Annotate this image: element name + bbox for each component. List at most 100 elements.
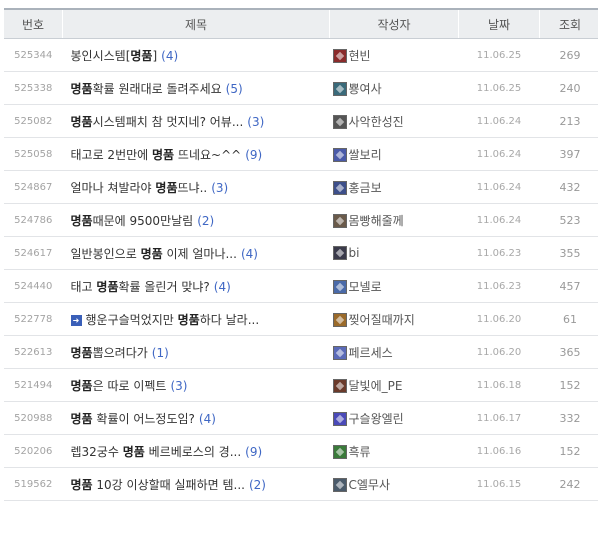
table-row: 525344 봉인시스템[명품] (4) 현빈 11.06.25 269 [4, 38, 598, 72]
table-row: 521494 명품은 따로 이펙트 (3) 달빛에_PE 11.06.18 152 [4, 368, 598, 402]
author-cell[interactable]: 페르세스 [329, 335, 459, 369]
post-title-link[interactable]: 얼마나 쳐발라야 명품뜨냐.. [71, 181, 208, 195]
post-title-link[interactable]: 명품시스템패치 참 멋지네? 어뷰... [71, 115, 244, 129]
comment-count[interactable]: (4) [214, 280, 231, 294]
post-date: 11.06.23 [458, 269, 540, 303]
author-cell[interactable]: 현빈 [329, 38, 459, 72]
author-name[interactable]: 흑류 [349, 445, 371, 459]
title-highlight: 명품 [177, 312, 200, 327]
title-highlight: 명품 [70, 213, 93, 228]
post-title-cell: 태고 명품확률 올린거 맞냐? (4) [62, 269, 330, 303]
post-title-link[interactable]: 명품때문에 9500만날림 [71, 214, 194, 228]
author-cell[interactable]: 홍금보 [329, 170, 459, 204]
guild-emblem-icon [332, 280, 347, 294]
author-cell[interactable]: bi [329, 236, 459, 270]
header-views[interactable]: 조회 [539, 8, 598, 39]
post-title-link[interactable]: 태고 명품확률 올린거 맞냐? [71, 280, 210, 294]
post-title-link[interactable]: 명품확률 원래대로 돌려주세요 [71, 82, 222, 96]
author-name[interactable]: 사악한성진 [349, 115, 404, 129]
author-cell[interactable]: 몸빵해줄께 [329, 203, 459, 237]
header-row: 번호 제목 작성자 날짜 조회 [4, 8, 598, 39]
header-num[interactable]: 번호 [4, 8, 63, 39]
table-row: 525082 명품시스템패치 참 멋지네? 어뷰... (3) 사악한성진 11.06.… [4, 104, 598, 138]
title-prefix: 태고로 2번만에 [70, 147, 153, 162]
post-title-cell: 명품은 따로 이펙트 (3) [62, 368, 330, 402]
author-name[interactable]: 홍금보 [349, 181, 382, 195]
guild-emblem-icon [332, 445, 347, 459]
author-name[interactable]: 달빛에_PE [349, 379, 403, 393]
guild-emblem-icon [332, 313, 347, 327]
comment-count[interactable]: (9) [245, 445, 262, 459]
comment-count[interactable]: (3) [170, 379, 187, 393]
comment-count[interactable]: (2) [197, 214, 214, 228]
view-count: 240 [539, 71, 598, 105]
author-cell[interactable]: 모넬로 [329, 269, 459, 303]
view-count: 152 [539, 434, 598, 468]
table-row: 524867 얼마나 쳐발라야 명품뜨냐.. (3) 홍금보 11.06.24 432 [4, 170, 598, 204]
author-cell[interactable]: 찢어질때까지 [329, 302, 459, 336]
post-title-link[interactable]: 명품뽑으려다가 [71, 346, 148, 360]
post-title-link[interactable]: 명품 10강 이상할때 실패하면 템... [71, 478, 245, 492]
post-title-cell: 렙32궁수 명품 베르베로스의 경... (9) [62, 434, 330, 468]
table-row: 522613 명품뽑으려다가 (1) 페르세스 11.06.20 365 [4, 335, 598, 369]
header-author[interactable]: 작성자 [329, 8, 459, 39]
author-name[interactable]: 뿅여사 [349, 82, 382, 96]
post-title-link[interactable]: 명품 확률이 어느정도임? [71, 412, 195, 426]
post-date: 11.06.16 [458, 434, 540, 468]
title-suffix: 뜨네요~^^ [174, 147, 242, 162]
post-title-cell: ➜ 행운구슬먹었지만 명품하다 날라... [62, 302, 330, 336]
guild-emblem-icon [332, 82, 347, 96]
post-number: 525344 [4, 38, 63, 72]
author-name[interactable]: 모넬로 [349, 280, 382, 294]
author-name[interactable]: 구슬왕엘린 [349, 412, 404, 426]
comment-count[interactable]: (9) [245, 148, 262, 162]
author-cell[interactable]: 달빛에_PE [329, 368, 459, 402]
author-cell[interactable]: 구슬왕엘린 [329, 401, 459, 435]
header-title[interactable]: 제목 [62, 8, 330, 39]
table-row: 524440 태고 명품확률 올린거 맞냐? (4) 모넬로 11.06.23 457 [4, 269, 598, 303]
table-row: 524786 명품때문에 9500만날림 (2) 몸빵해줄께 11.06.24 523 [4, 203, 598, 237]
post-title-link[interactable]: 렙32궁수 명품 베르베로스의 경... [71, 445, 242, 459]
comment-count[interactable]: (5) [226, 82, 243, 96]
guild-emblem-icon [332, 181, 347, 195]
author-cell[interactable]: 사악한성진 [329, 104, 459, 138]
post-title-link[interactable]: 봉인시스템[명품] [71, 49, 158, 63]
comment-count[interactable]: (4) [241, 247, 258, 261]
post-number: 524440 [4, 269, 63, 303]
post-number: 524617 [4, 236, 63, 270]
author-name[interactable]: C엘무사 [349, 478, 391, 492]
author-name[interactable]: 몸빵해줄께 [349, 214, 404, 228]
title-highlight: 명품 [155, 180, 178, 195]
comment-count[interactable]: (4) [161, 49, 178, 63]
table-row: 520206 렙32궁수 명품 베르베로스의 경... (9) 흑류 11.06.16 1… [4, 434, 598, 468]
title-prefix: 얼마나 쳐발라야 [70, 180, 156, 195]
post-number: 524786 [4, 203, 63, 237]
author-cell[interactable]: 흑류 [329, 434, 459, 468]
title-suffix: 확률이 어느정도임? [92, 411, 195, 426]
post-title-link[interactable]: 태고로 2번만에 명품 뜨네요~^^ [71, 148, 242, 162]
title-prefix: 봉인시스템[ [70, 48, 131, 63]
guild-emblem-icon [332, 148, 347, 162]
post-title-link[interactable]: 행운구슬먹었지만 명품하다 날라... [86, 313, 260, 327]
post-title-link[interactable]: 일반봉인으로 명품 이제 얼마나... [71, 247, 237, 261]
author-cell[interactable]: 쌀보리 [329, 137, 459, 171]
view-count: 152 [539, 368, 598, 402]
comment-count[interactable]: (1) [152, 346, 169, 360]
title-suffix: 확률 원래대로 돌려주세요 [92, 81, 222, 96]
author-name[interactable]: 찢어질때까지 [349, 313, 415, 327]
author-cell[interactable]: 뿅여사 [329, 71, 459, 105]
author-name[interactable]: 쌀보리 [349, 148, 382, 162]
view-count: 332 [539, 401, 598, 435]
comment-count[interactable]: (2) [249, 478, 266, 492]
comment-count[interactable]: (3) [211, 181, 228, 195]
title-prefix: 행운구슬먹었지만 [85, 312, 178, 327]
author-name[interactable]: 페르세스 [349, 346, 393, 360]
author-name[interactable]: 현빈 [349, 49, 371, 63]
comment-count[interactable]: (3) [247, 115, 264, 129]
post-title-link[interactable]: 명품은 따로 이펙트 [71, 379, 167, 393]
header-date[interactable]: 날짜 [458, 8, 540, 39]
author-cell[interactable]: C엘무사 [329, 467, 459, 501]
post-number: 520206 [4, 434, 63, 468]
comment-count[interactable]: (4) [199, 412, 216, 426]
author-name[interactable]: bi [349, 246, 360, 260]
